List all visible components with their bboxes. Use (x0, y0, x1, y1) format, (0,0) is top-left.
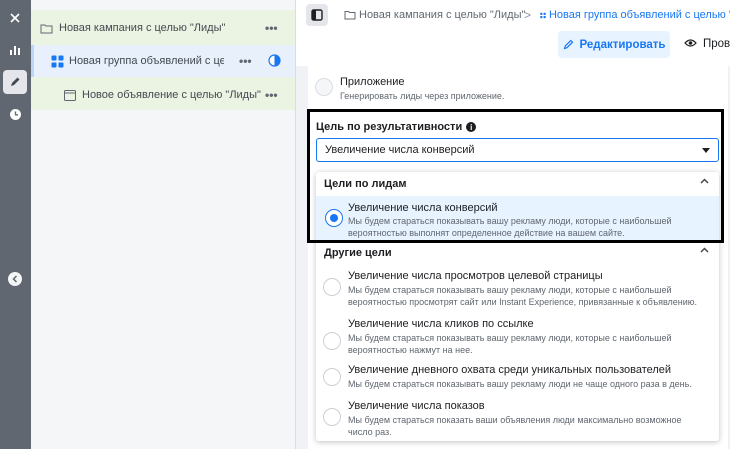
app-option-radio[interactable] (315, 78, 333, 96)
left-rail (0, 0, 31, 449)
adset-more-button[interactable]: ••• (239, 54, 252, 68)
chevron-up-icon (700, 247, 709, 253)
folder-icon (40, 24, 53, 33)
tree-ad-label: Новое объявление с целью "Лиды" (82, 89, 261, 101)
option-link-clicks-title: Увеличение числа кликов по ссылке (348, 318, 534, 330)
eye-icon (684, 39, 697, 47)
edit-mode-button[interactable] (3, 70, 27, 94)
history-button[interactable] (3, 102, 27, 126)
option-daily-unique-reach-title: Увеличение дневного охвата среди уникаль… (348, 364, 672, 376)
top-bar: Новая кампания с целью "Лиды" > Новая гр… (296, 0, 730, 31)
tree-campaign-label: Новая кампания с целью "Лиды" (59, 22, 226, 34)
option-daily-unique-reach-radio[interactable] (323, 368, 341, 386)
option-impressions-radio[interactable] (323, 408, 341, 426)
adset-grid-icon (540, 12, 546, 18)
breadcrumb-campaign[interactable]: Новая кампания с целью "Лиды" (344, 9, 525, 21)
reporting-button[interactable] (3, 38, 27, 62)
option-daily-unique-reach-desc: Мы будем стараться показывать вашу рекла… (348, 379, 692, 389)
folder-icon (344, 11, 356, 20)
breadcrumb-adset-label: Новая группа объявлений с целью "Л (548, 9, 730, 21)
close-icon (10, 13, 20, 23)
edit-button[interactable]: Редактировать (558, 31, 670, 58)
group-other-goals-header[interactable]: Другие цели (316, 241, 719, 265)
option-impressions-title: Увеличение числа показов (348, 400, 485, 412)
tree-item-campaign[interactable]: Новая кампания с целью "Лиды" ••• (31, 12, 295, 44)
breadcrumb-campaign-label: Новая кампания с целью "Лиды" (359, 9, 526, 21)
half-circle-status-icon (268, 54, 281, 67)
adset-grid-icon (51, 55, 64, 67)
pencil-icon (11, 77, 20, 86)
option-impressions-desc: Мы будем стараться показать ваши объявле… (348, 415, 682, 437)
tree-item-ad[interactable]: Новое объявление с целью "Лиды" ••• (31, 79, 295, 111)
group-other-goals-title: Другие цели (324, 247, 392, 259)
tree-adset-label: Новая группа объявлений с це... (69, 55, 224, 67)
preview-button[interactable]: Прове (684, 38, 730, 50)
tree-item-adset[interactable]: Новая группа объявлений с це... ••• (31, 45, 295, 77)
clock-icon (9, 108, 21, 120)
sidebar-toggle-icon (311, 9, 323, 21)
bar-chart-icon (10, 46, 20, 55)
collapse-button[interactable] (8, 272, 22, 286)
option-link-clicks-radio[interactable] (323, 332, 341, 350)
selection-indicator (31, 45, 34, 77)
campaign-tree: Новая кампания с целью "Лиды" ••• Новая … (31, 0, 295, 449)
breadcrumb-adset[interactable]: Новая группа объявлений с целью "Л (540, 9, 730, 21)
panel-toggle-button[interactable] (306, 4, 328, 26)
preview-button-label: Прове (703, 38, 730, 50)
ad-more-button[interactable]: ••• (265, 88, 278, 102)
campaign-more-button[interactable]: ••• (265, 21, 278, 35)
option-landing-page-views-radio[interactable] (323, 278, 341, 296)
annotation-highlight-box (307, 109, 724, 243)
app-option-desc: Генерировать лиды через приложение. (340, 91, 505, 101)
edit-button-label: Редактировать (579, 38, 666, 51)
option-link-clicks-desc: Мы будем стараться показывать вашу рекла… (348, 333, 672, 355)
option-landing-page-views-title: Увеличение числа просмотров целевой стра… (348, 270, 603, 282)
close-button[interactable] (3, 6, 27, 30)
pencil-icon (563, 39, 573, 50)
app-option-title: Приложение (340, 76, 405, 88)
chevron-left-icon (12, 275, 18, 283)
option-landing-page-views-desc: Мы будем стараться показывать вашу рекла… (348, 285, 698, 307)
ad-page-icon (64, 89, 76, 101)
breadcrumb-separator: > (524, 8, 532, 22)
